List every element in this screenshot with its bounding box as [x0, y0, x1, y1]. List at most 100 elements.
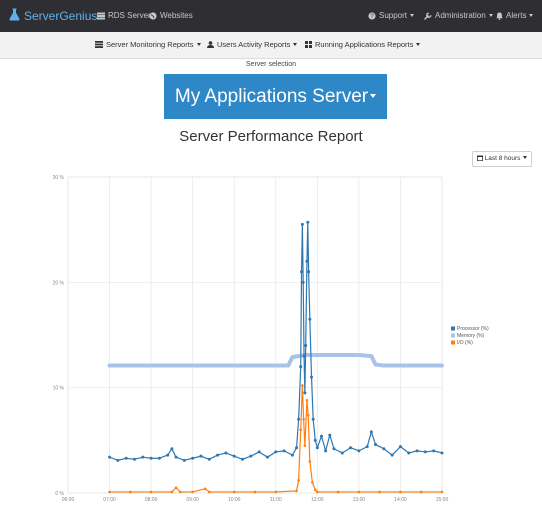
data-point — [316, 490, 319, 494]
bell-icon — [496, 12, 503, 20]
data-point — [295, 489, 298, 493]
flask-icon — [9, 8, 20, 25]
sub-navbar: Server Monitoring Reports Users Activity… — [0, 32, 542, 59]
nav-websites[interactable]: Websites — [149, 10, 193, 22]
data-point — [340, 451, 344, 455]
data-point — [302, 354, 306, 358]
data-point — [107, 363, 112, 368]
wrench-icon — [424, 12, 432, 20]
legend-label: Memory (%) — [457, 333, 485, 339]
performance-chart: 06:00 07:00 08:00 09:00 10:00 11:00 12:00 13:00… — [0, 168, 542, 514]
x-tick-label: 06:00 — [62, 497, 75, 503]
data-point — [170, 490, 174, 494]
data-point — [407, 451, 411, 455]
data-point — [349, 446, 353, 450]
globe-icon — [149, 12, 157, 20]
data-point — [141, 455, 145, 459]
data-point — [241, 457, 245, 461]
x-tick-label: 08:00 — [145, 497, 158, 503]
data-point — [378, 490, 381, 494]
data-point — [306, 220, 310, 224]
data-point — [149, 456, 153, 460]
data-point — [295, 446, 299, 450]
data-point — [357, 449, 361, 453]
data-point — [253, 363, 257, 368]
data-point — [315, 446, 319, 450]
data-point — [116, 458, 120, 462]
data-point — [440, 490, 444, 494]
data-point — [307, 270, 311, 274]
y-tick-label: 30 % — [53, 175, 65, 181]
chevron-down-icon — [370, 94, 377, 98]
data-point — [182, 458, 186, 462]
data-point — [249, 454, 253, 458]
data-point — [286, 363, 290, 368]
data-point — [399, 490, 402, 494]
nav-administration[interactable]: Administration — [424, 10, 493, 22]
data-point — [157, 456, 161, 460]
x-tick-label: 15:00 — [436, 497, 449, 503]
data-point — [398, 445, 402, 449]
data-point — [308, 460, 312, 463]
data-point — [299, 365, 303, 369]
data-point — [310, 375, 314, 379]
data-point — [174, 486, 178, 490]
data-point — [174, 455, 178, 459]
time-range-dropdown[interactable]: Last 8 hours — [472, 151, 532, 167]
data-point — [224, 451, 228, 455]
data-point — [211, 363, 216, 368]
data-point — [303, 391, 307, 395]
data-point — [297, 479, 300, 482]
data-point — [324, 449, 328, 453]
x-tick-label: 11:00 — [270, 497, 282, 503]
data-point — [308, 317, 312, 321]
data-point — [315, 353, 319, 357]
nav-support[interactable]: ? Support — [368, 10, 415, 22]
data-point — [108, 455, 112, 459]
data-point — [398, 363, 403, 368]
data-point — [297, 417, 301, 421]
data-point — [306, 413, 310, 417]
data-point — [304, 344, 308, 348]
y-tick-label: 10 % — [53, 386, 65, 392]
data-point — [390, 453, 394, 457]
data-point — [207, 457, 211, 461]
menu-users-activity-reports[interactable]: Users Activity Reports — [207, 40, 298, 50]
data-point — [199, 454, 203, 458]
data-point — [170, 363, 174, 368]
data-point — [369, 354, 373, 358]
data-point — [313, 438, 317, 442]
top-navbar: ServerGenius RDS Servers Websites ? Suppo… — [0, 0, 542, 32]
data-point — [129, 490, 132, 494]
menu-server-monitoring-reports[interactable]: Server Monitoring Reports — [95, 40, 201, 50]
data-point — [274, 490, 278, 494]
report-title: Server Performance Report — [179, 128, 363, 145]
data-point — [365, 445, 369, 449]
nav-rds-servers[interactable]: RDS Servers — [97, 10, 155, 22]
server-icon — [95, 41, 103, 48]
data-point — [374, 443, 378, 447]
legend-swatch — [451, 326, 455, 331]
legend-swatch — [451, 333, 455, 338]
brand[interactable]: ServerGenius — [9, 8, 97, 24]
menu-running-applications-reports[interactable]: Running Applications Reports — [305, 40, 421, 50]
nav-alerts[interactable]: Alerts — [496, 10, 534, 22]
data-point — [440, 451, 444, 455]
performance-chart-svg: 06:00 07:00 08:00 09:00 10:00 11:00 12:00 13:00… — [53, 175, 489, 503]
data-point — [124, 456, 128, 460]
server-select-button[interactable]: My Applications Server — [164, 74, 387, 119]
user-icon — [207, 41, 214, 48]
data-point — [128, 363, 132, 368]
data-point — [265, 455, 269, 459]
question-circle-icon: ? — [368, 12, 376, 20]
data-point — [311, 481, 314, 484]
data-point — [357, 490, 361, 494]
legend-label: Processor (%) — [457, 326, 489, 332]
data-point — [440, 363, 444, 368]
data-point — [108, 490, 111, 494]
data-point — [303, 444, 307, 447]
data-point — [203, 487, 207, 491]
data-point — [369, 430, 373, 434]
data-point — [207, 490, 211, 494]
data-point — [382, 363, 386, 368]
